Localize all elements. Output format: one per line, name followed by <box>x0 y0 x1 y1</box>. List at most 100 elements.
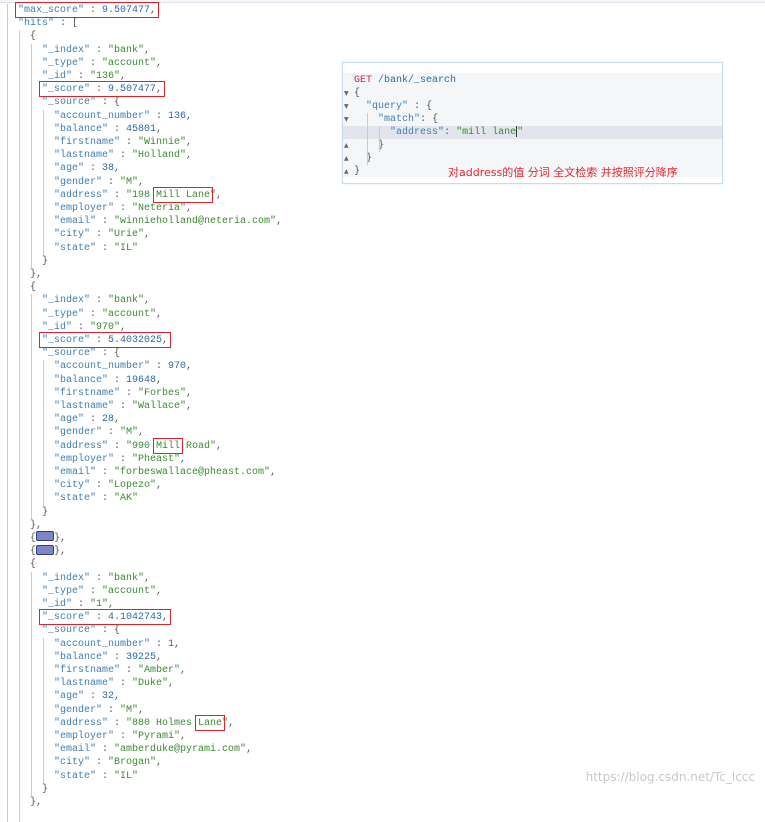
brace: }, <box>30 519 43 531</box>
brace: { <box>30 282 37 294</box>
indent-guide <box>379 126 380 152</box>
colon: : <box>90 84 109 96</box>
comma: , <box>156 308 163 320</box>
source-field: "email" : "winnieholland@neteria.com", <box>54 215 282 228</box>
json-key: "gender" <box>54 427 103 439</box>
colon: : <box>114 150 133 162</box>
json-value: "IL" <box>114 770 139 782</box>
json-key: "_source" <box>42 625 97 637</box>
colon: : <box>114 453 133 465</box>
source-line: "_source" : { <box>42 96 120 109</box>
json-key: "address" <box>54 189 109 201</box>
brace: } <box>42 255 49 267</box>
json-value: "Duke" <box>132 678 169 690</box>
comma: , <box>144 229 151 241</box>
source-close: } <box>42 255 48 268</box>
comma: , <box>228 717 235 729</box>
comma: , <box>138 704 145 716</box>
json-value: "Brogan" <box>108 757 157 769</box>
json-value: "Lopezo" <box>108 480 157 492</box>
comma: , <box>156 57 163 69</box>
colon: : <box>84 414 103 426</box>
json-value: "1" <box>90 599 109 610</box>
fold-arrow-icon[interactable]: ▲ <box>344 152 349 165</box>
colon: : <box>120 665 139 676</box>
request-path: /bank/_search <box>378 75 457 86</box>
colon: : <box>102 427 121 439</box>
brace: } <box>42 506 49 518</box>
brace: : { <box>96 625 121 637</box>
json-value: "account" <box>102 585 157 597</box>
hit-open: { <box>30 558 36 571</box>
colon: : <box>84 585 103 597</box>
comma: , <box>108 599 115 610</box>
source-field: "state" : "IL" <box>54 770 138 783</box>
colon: : <box>120 137 139 148</box>
json-value: "amberduke@pyrami.com" <box>114 744 247 756</box>
brace: { <box>30 31 37 43</box>
json-value: "AK" <box>114 493 139 505</box>
max-score-line: "max_score" : 9.507477, <box>18 4 156 17</box>
json-value: 19648 <box>126 374 157 386</box>
colon: : <box>102 704 121 716</box>
comma: , <box>114 163 121 175</box>
fold-arrow-icon[interactable]: ▲ <box>344 165 349 178</box>
json-key: "age" <box>54 163 85 175</box>
score-line: "_score" : 4.1042743, <box>42 611 168 624</box>
json-line: "_type" : "account", <box>42 308 162 321</box>
json-key: "balance" <box>54 374 109 386</box>
comma: , <box>156 374 163 386</box>
json-key: "age" <box>54 414 85 426</box>
hit-open: { <box>30 281 36 294</box>
json-value: 9.507477 <box>102 5 151 16</box>
json-value: "winnieholland@neteria.com" <box>114 216 277 228</box>
comma: , <box>156 123 163 135</box>
colon: : <box>102 176 121 188</box>
code-line-active[interactable]: "address": "mill lane" <box>343 126 722 139</box>
source-field: "city" : "Brogan", <box>54 756 162 769</box>
fold-arrow-icon[interactable]: ▼ <box>344 113 349 126</box>
fold-arrow-icon[interactable]: ▼ <box>344 87 349 100</box>
json-key: "lastname" <box>54 401 115 412</box>
fold-arrow-icon[interactable]: ▼ <box>344 100 349 113</box>
source-field: "gender" : "M", <box>54 426 144 439</box>
colon: : <box>96 744 115 756</box>
http-method: GET <box>354 75 373 86</box>
colon: : <box>120 387 139 399</box>
match-key: match <box>384 114 415 125</box>
json-value: "Amber" <box>138 665 181 676</box>
indent-guide <box>31 43 32 268</box>
comma: , <box>156 757 163 769</box>
json-value: "Wallace" <box>132 401 187 412</box>
code-line: ▼ "match": { <box>344 113 439 126</box>
json-value: 136 <box>168 110 187 122</box>
json-key: "firstname" <box>54 387 121 399</box>
source-field: "employer" : "Neteria", <box>54 202 192 215</box>
field-value: mill lane <box>462 127 517 139</box>
collapsed-object-icon[interactable] <box>36 544 55 555</box>
json-line: "_id" : "1", <box>42 598 114 611</box>
score-line: "_score" : 9.507477, <box>42 83 162 96</box>
json-key: "email" <box>54 744 97 756</box>
colon: : <box>150 110 169 122</box>
comma: , <box>174 638 181 650</box>
fold-arrow-icon[interactable]: ▲ <box>344 139 349 152</box>
collapsed-object-icon[interactable] <box>36 531 55 542</box>
query-editor-panel[interactable]: GET /bank/_search ▼{ ▼ "query" : { ▼ "ma… <box>342 62 723 184</box>
json-value: "970" <box>90 321 121 333</box>
source-field: "account_number" : 136, <box>54 110 192 123</box>
brace: { <box>30 559 37 571</box>
json-key: "address" <box>54 440 109 452</box>
comma: , <box>186 137 193 148</box>
comma: , <box>120 321 127 333</box>
code-line: ▲ } <box>344 139 385 152</box>
comma: , <box>180 453 187 465</box>
json-value: "880 Holmes Lane" <box>126 717 229 729</box>
json-key: "state" <box>54 493 97 505</box>
source-field: "state" : "IL" <box>54 242 138 255</box>
source-field: "balance" : 45801, <box>54 123 162 136</box>
json-value: 970 <box>168 361 187 373</box>
source-field: "address" : "880 Holmes Lane", <box>54 717 234 730</box>
colon: : <box>84 57 103 69</box>
comma: , <box>144 295 151 307</box>
